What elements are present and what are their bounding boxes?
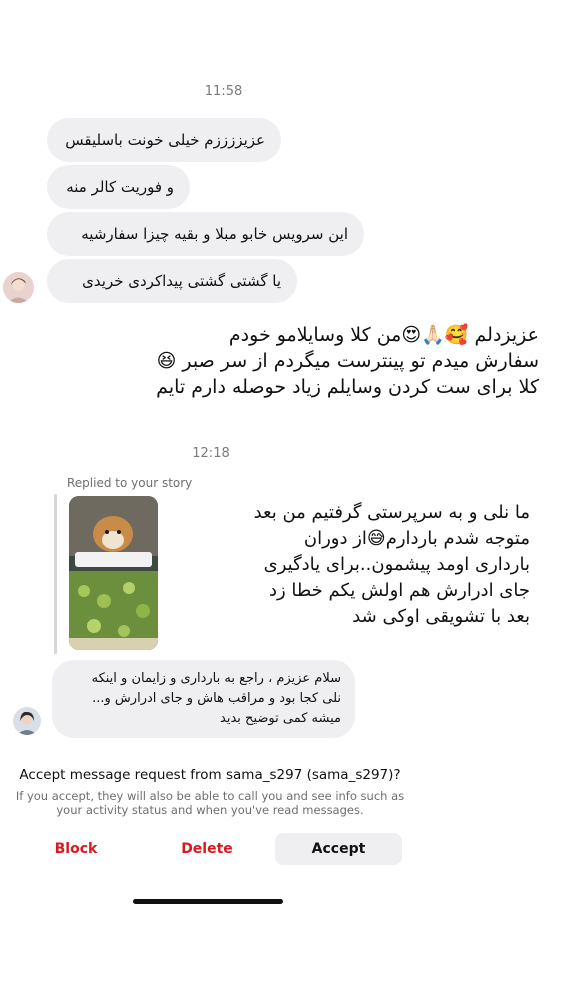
request-title: Accept message request from sama_s297 (s… — [19, 767, 401, 783]
incoming-message[interactable]: یا گشتی گشتی پیداکردی خریدی — [47, 259, 297, 303]
story-thumbnail[interactable] — [69, 496, 158, 650]
story-reply-label: Replied to your story — [67, 476, 193, 490]
accept-button[interactable]: Accept — [275, 833, 402, 865]
incoming-message[interactable]: عزیززززم خیلی خونت باسلیقس — [47, 118, 281, 162]
story-caption: ما نلی و به سرپرستی گرفتیم من بعد متوجه … — [253, 502, 530, 627]
home-indicator — [133, 899, 283, 904]
timestamp-2: 12:18 — [192, 446, 230, 461]
block-button[interactable]: Block — [50, 833, 102, 865]
delete-button[interactable]: Delete — [178, 833, 236, 865]
request-description: If you accept, they will also be able to… — [15, 789, 405, 817]
reply-indicator-bar — [54, 494, 57, 654]
avatar[interactable] — [3, 272, 34, 303]
timestamp-1: 11:58 — [204, 84, 243, 99]
outgoing-note: عزیزدلم 🥰🙏🏻😍من کلا وسایلامو خودم سفارش م… — [156, 324, 539, 398]
incoming-message[interactable]: این سرویس خابو مبلا و بقیه چیزا سفارشیه — [47, 212, 364, 256]
avatar[interactable] — [13, 707, 41, 735]
incoming-message[interactable]: و فوریت کالر منه — [47, 165, 190, 209]
story-reply-message[interactable]: سلام عزیزم ، راجع به بارداری و زایمان و … — [52, 660, 355, 738]
